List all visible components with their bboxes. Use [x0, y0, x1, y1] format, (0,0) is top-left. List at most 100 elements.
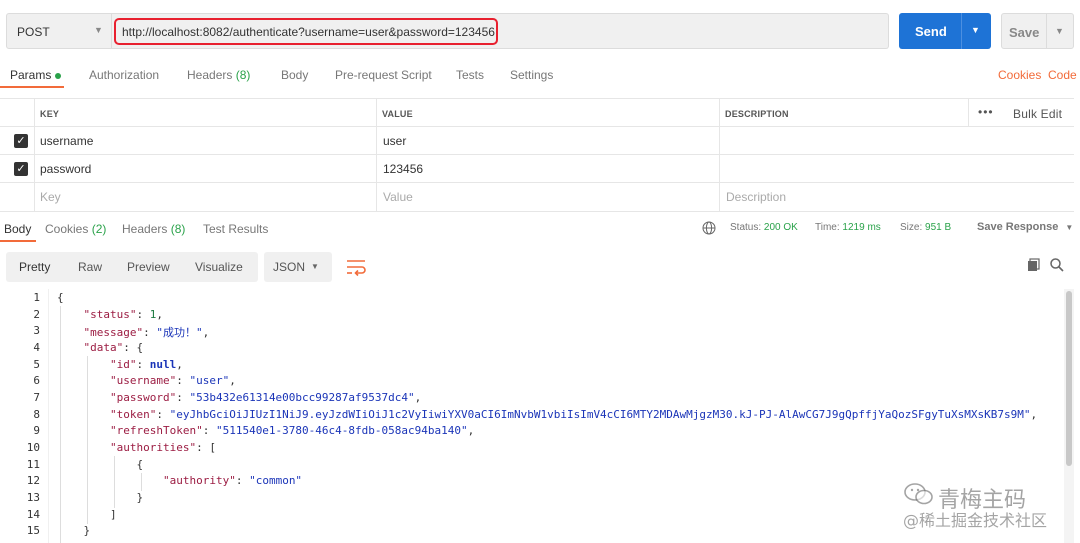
code-line: } — [57, 524, 91, 537]
json-value: "user" — [189, 374, 230, 387]
response-status: Status: 200 OK — [730, 222, 798, 233]
send-button[interactable]: Send ▼ — [899, 13, 991, 49]
column-header-value: VALUE — [382, 109, 413, 119]
line-number: 6 — [33, 374, 40, 387]
format-label: JSON — [273, 260, 306, 274]
column-divider — [376, 98, 377, 212]
param-value[interactable]: 123456 — [383, 162, 423, 176]
line-number: 2 — [33, 308, 40, 321]
code-line: "id": null, — [109, 358, 183, 371]
tab-prerequest-script[interactable]: Pre-request Script — [335, 68, 432, 82]
view-preview-button[interactable]: Preview — [127, 260, 170, 274]
json-key: "username" — [109, 374, 177, 387]
save-options-chevron-icon[interactable]: ▼ — [1055, 26, 1064, 36]
send-label: Send — [915, 24, 947, 39]
new-key-input[interactable]: Key — [40, 190, 61, 204]
json-value: null — [149, 358, 177, 371]
line-number: 11 — [26, 458, 40, 471]
code-link[interactable]: Code — [1048, 68, 1077, 82]
json-value: 1 — [149, 308, 157, 321]
tab-tests[interactable]: Tests — [456, 68, 484, 82]
tab-response-body[interactable]: Body — [4, 222, 31, 236]
status-value: 200 OK — [763, 222, 798, 233]
code-line: { — [57, 291, 64, 304]
tab-response-cookies[interactable]: Cookies (2) — [45, 222, 106, 236]
line-number: 14 — [26, 508, 40, 521]
new-value-input[interactable]: Value — [383, 190, 413, 204]
new-description-input[interactable]: Description — [726, 190, 786, 204]
method-select[interactable]: POST ▼ — [6, 13, 112, 49]
tab-authorization[interactable]: Authorization — [89, 68, 159, 82]
save-label: Save — [1009, 25, 1040, 40]
column-header-description: DESCRIPTION — [725, 109, 789, 119]
view-pretty-button[interactable]: Pretty — [19, 260, 50, 274]
format-select[interactable]: JSON ▼ — [264, 252, 332, 282]
size-value: 951 B — [925, 222, 952, 233]
param-key[interactable]: username — [40, 134, 93, 148]
code-line: ] — [57, 508, 117, 521]
send-options-chevron-icon[interactable]: ▼ — [971, 25, 980, 35]
table-row: ✓ username user — [0, 127, 1074, 155]
code-token: { — [57, 291, 64, 304]
param-value[interactable]: user — [383, 134, 406, 148]
params-table: KEY VALUE DESCRIPTION ••• Bulk Edit ✓ us… — [0, 98, 1074, 214]
json-value: "eyJhbGciOiJIUzI1NiJ9.eyJzdWIiOiJ1c2VyIi… — [169, 408, 1031, 421]
column-divider — [34, 98, 35, 212]
view-visualize-button[interactable]: Visualize — [195, 260, 243, 274]
url-input[interactable]: http://localhost:8082/authenticate?usern… — [112, 13, 889, 49]
code-line: "authority": "common" — [162, 474, 303, 487]
response-size: Size: 951 B — [900, 222, 951, 233]
json-key: "authority" — [162, 474, 236, 487]
more-options-icon[interactable]: ••• — [978, 105, 994, 119]
globe-icon[interactable] — [702, 221, 716, 235]
line-number: 10 — [26, 441, 40, 454]
row-checkbox[interactable]: ✓ — [14, 134, 28, 148]
copy-icon[interactable] — [1026, 257, 1042, 273]
wrap-lines-icon[interactable] — [341, 252, 371, 282]
tab-headers[interactable]: Headers (8) — [187, 68, 250, 82]
tab-test-results[interactable]: Test Results — [203, 222, 268, 236]
response-time: Time: 1219 ms — [815, 222, 881, 233]
scrollbar-thumb[interactable] — [1066, 291, 1072, 466]
bulk-edit-link[interactable]: Bulk Edit — [1013, 107, 1062, 121]
size-label: Size: — [900, 222, 923, 233]
wechat-logo-icon — [904, 483, 933, 505]
chevron-down-icon: ▼ — [311, 262, 319, 271]
view-raw-button[interactable]: Raw — [78, 260, 102, 274]
search-icon[interactable] — [1049, 257, 1065, 273]
tab-params[interactable]: Params — [10, 68, 62, 82]
tab-response-headers[interactable]: Headers (8) — [122, 222, 185, 236]
json-value: "common" — [249, 474, 303, 487]
request-tabs: Params Authorization Headers (8) Body Pr… — [0, 62, 1080, 88]
line-number: 13 — [26, 491, 40, 504]
code-line: "status": 1, — [83, 308, 163, 321]
tab-response-cookies-label: Cookies — [45, 222, 89, 236]
status-label: Status: — [730, 222, 762, 233]
table-row-new: Key Value Description — [0, 183, 1074, 212]
json-value: "53b432e61314e00bcc99287af9537dc4" — [189, 391, 415, 404]
cookies-link[interactable]: Cookies — [998, 68, 1041, 82]
request-bar: POST ▼ http://localhost:8082/authenticat… — [0, 0, 1080, 62]
code-line: "refreshToken": "511540e1-3780-46c4-8fdb… — [109, 424, 475, 437]
send-divider — [961, 13, 962, 49]
row-checkbox[interactable]: ✓ — [14, 162, 28, 176]
json-key: "id" — [109, 358, 137, 371]
param-key[interactable]: password — [40, 162, 91, 176]
json-key: "token" — [109, 408, 157, 421]
code-scrollbar[interactable] — [1064, 289, 1074, 543]
line-number: 5 — [33, 358, 40, 371]
tab-headers-label: Headers — [187, 68, 233, 82]
column-divider — [968, 98, 969, 127]
json-key: "data" — [83, 341, 124, 354]
tab-settings[interactable]: Settings — [510, 68, 553, 82]
save-button[interactable]: Save ▼ — [1001, 13, 1074, 49]
tab-response-cookies-count: (2) — [91, 222, 107, 236]
tab-body[interactable]: Body — [281, 68, 308, 82]
line-number: 8 — [33, 408, 40, 421]
save-response-button[interactable]: Save Response ▼ — [977, 221, 1073, 233]
active-tab-indicator — [0, 86, 64, 88]
code-line: "username": "user", — [109, 374, 236, 387]
tab-response-headers-label: Headers — [122, 222, 168, 236]
code-line: { — [57, 458, 144, 471]
json-key: "password" — [109, 391, 177, 404]
